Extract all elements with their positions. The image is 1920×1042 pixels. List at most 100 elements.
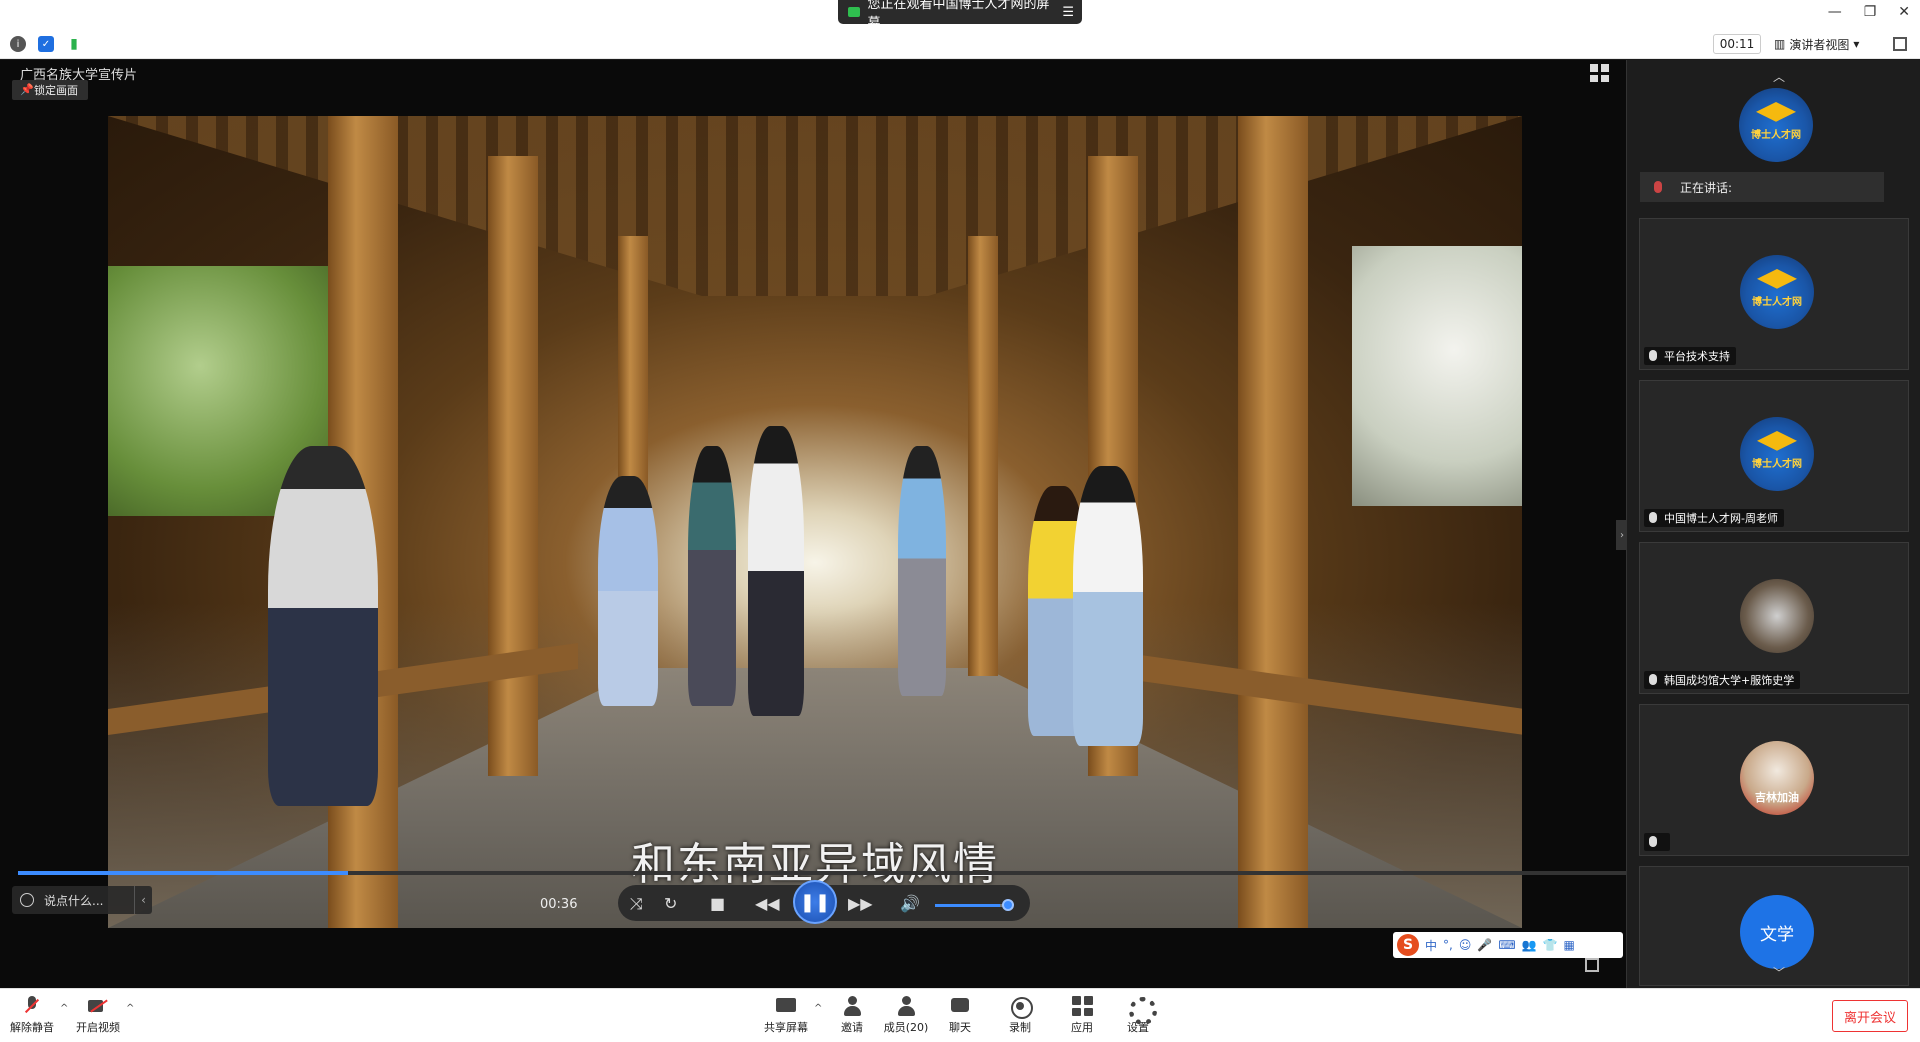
loop-icon[interactable]: ⤨ bbox=[630, 894, 643, 914]
settings-button[interactable]: 设置 bbox=[1108, 995, 1168, 1035]
scroll-down-icon[interactable]: ﹀ bbox=[1773, 964, 1785, 981]
camera-icon bbox=[848, 7, 860, 17]
chat-placeholder: 说点什么... bbox=[44, 893, 104, 908]
chat-icon bbox=[949, 995, 971, 1017]
emoji-icon[interactable] bbox=[20, 893, 34, 907]
apps-label: 应用 bbox=[1071, 1021, 1093, 1034]
video-scene-person bbox=[688, 446, 736, 706]
volume-knob[interactable] bbox=[1002, 899, 1014, 911]
participant-label: 韩国成均馆大学+服饰史学 bbox=[1644, 671, 1801, 689]
unmute-label: 解除静音 bbox=[10, 1021, 54, 1034]
mic-icon bbox=[1649, 512, 1657, 523]
fullscreen-icon[interactable] bbox=[1893, 37, 1907, 51]
emoji-icon[interactable]: ☺ bbox=[1459, 938, 1472, 952]
participant-tile[interactable]: 博士人才网 中国博士人才网-周老师 bbox=[1639, 380, 1909, 532]
mic-icon bbox=[1649, 350, 1657, 361]
start-video-button[interactable]: 开启视频 bbox=[68, 995, 128, 1035]
avatar: 吉林加油 bbox=[1740, 741, 1814, 815]
window-controls: — ❐ ✕ bbox=[1828, 4, 1910, 20]
ime-mode-label[interactable]: 中 bbox=[1425, 937, 1437, 954]
expand-icon[interactable] bbox=[1585, 958, 1599, 972]
keyboard-icon[interactable]: ⌨ bbox=[1498, 938, 1515, 952]
participant-label: 平台技术支持 bbox=[1644, 347, 1736, 365]
unmute-button[interactable]: 解除静音 bbox=[2, 995, 62, 1035]
fast-forward-icon[interactable]: ▶▶ bbox=[848, 894, 873, 913]
meeting-app: 您正在观看中国博士人才网的屏幕 ☰ — ❐ ✕ i ✓ ▮ 00:11 ▥ 演讲… bbox=[0, 0, 1920, 1042]
menu-icon[interactable]: ☰ bbox=[1062, 5, 1074, 20]
grid-layout-icon[interactable] bbox=[1590, 64, 1610, 82]
participant-name: 中国博士人才网-周老师 bbox=[1664, 512, 1778, 525]
apps-button[interactable]: 应用 bbox=[1052, 995, 1112, 1035]
signal-icon[interactable]: ▮ bbox=[66, 36, 82, 52]
current-time: 00:36 bbox=[540, 896, 578, 912]
invite-button[interactable]: 邀请 bbox=[822, 995, 882, 1035]
participant-tile[interactable]: 博士人才网 平台技术支持 bbox=[1639, 218, 1909, 370]
pause-button[interactable]: ❚❚ bbox=[793, 880, 837, 924]
close-icon[interactable]: ✕ bbox=[1898, 4, 1910, 20]
banner-text: 您正在观看中国博士人才网的屏幕 bbox=[867, 0, 1050, 31]
chat-button[interactable]: 聊天 bbox=[930, 995, 990, 1035]
video-scene-pillar bbox=[488, 156, 538, 776]
video-scene-person bbox=[748, 426, 804, 716]
mic-icon bbox=[1649, 674, 1657, 685]
collapse-icon[interactable]: ‹ bbox=[134, 886, 152, 914]
gear-icon bbox=[1127, 995, 1157, 1025]
shield-icon[interactable]: ✓ bbox=[38, 36, 54, 52]
participant-tile[interactable]: 吉林加油 bbox=[1639, 704, 1909, 856]
volume-icon[interactable]: 🔊 bbox=[900, 894, 920, 913]
avatar bbox=[1740, 579, 1814, 653]
layout-icon: ▥ bbox=[1774, 37, 1786, 51]
lock-view-button[interactable]: 📌 锁定画面 bbox=[12, 80, 88, 100]
video-scene-pillar bbox=[968, 236, 998, 676]
pin-icon: 📌 bbox=[20, 83, 34, 96]
members-icon bbox=[895, 995, 917, 1017]
meeting-toolbar: i ✓ ▮ 00:11 ▥ 演讲者视图 ▾ bbox=[0, 30, 1920, 59]
chat-label: 聊天 bbox=[949, 1021, 971, 1034]
camera-off-icon bbox=[87, 995, 109, 1017]
start-video-label: 开启视频 bbox=[76, 1021, 120, 1034]
participant-tile[interactable]: 韩国成均馆大学+服饰史学 bbox=[1639, 542, 1909, 694]
punctuation-icon[interactable]: °, bbox=[1443, 938, 1453, 952]
chevron-up-icon[interactable]: ^ bbox=[126, 1003, 134, 1014]
avatar-text: 文学 bbox=[1760, 924, 1794, 945]
video-scene-person bbox=[898, 446, 946, 696]
toolbar-icons: i ✓ ▮ bbox=[10, 36, 82, 52]
avatar: 博士人才网 bbox=[1740, 417, 1814, 491]
share-screen-label: 共享屏幕 bbox=[764, 1021, 808, 1034]
video-progress-bar[interactable] bbox=[18, 871, 1626, 875]
video-scene-person bbox=[268, 446, 378, 806]
share-screen-button[interactable]: 共享屏幕 bbox=[756, 995, 816, 1035]
lock-view-label: 锁定画面 bbox=[34, 84, 78, 97]
info-icon[interactable]: i bbox=[10, 36, 26, 52]
participant-label bbox=[1644, 833, 1670, 851]
voice-icon[interactable]: 🎤 bbox=[1477, 938, 1492, 952]
progress-fill bbox=[18, 871, 348, 875]
restore-icon[interactable]: ❐ bbox=[1864, 4, 1877, 20]
ime-toolbar[interactable]: S 中 °, ☺ 🎤 ⌨ 👥 👕 ▦ bbox=[1393, 932, 1623, 958]
record-button[interactable]: 录制 bbox=[990, 995, 1050, 1035]
skin-icon[interactable]: 👕 bbox=[1543, 938, 1558, 952]
logo-text: 博士人才网 bbox=[1752, 297, 1802, 308]
chat-input[interactable]: 说点什么... ‹ bbox=[12, 886, 152, 914]
participant-name: 韩国成均馆大学+服饰史学 bbox=[1664, 674, 1795, 687]
record-label: 录制 bbox=[1009, 1021, 1031, 1034]
avatar: 文学 bbox=[1740, 895, 1814, 969]
logo-text: 博士人才网 bbox=[1752, 459, 1802, 470]
chevron-down-icon: ▾ bbox=[1853, 37, 1860, 51]
stop-icon[interactable]: ■ bbox=[710, 894, 725, 913]
screen-share-banner[interactable]: 您正在观看中国博士人才网的屏幕 ☰ bbox=[838, 0, 1082, 31]
invite-label: 邀请 bbox=[841, 1021, 863, 1034]
grid-icon[interactable]: ▦ bbox=[1564, 938, 1575, 952]
scroll-up-icon[interactable]: ︿ bbox=[1773, 68, 1785, 85]
view-mode-dropdown[interactable]: ▥ 演讲者视图 ▾ bbox=[1774, 34, 1859, 54]
record-icon bbox=[1009, 995, 1033, 1019]
replay-icon[interactable]: ↻ bbox=[664, 894, 677, 913]
rewind-icon[interactable]: ◀◀ bbox=[755, 894, 780, 913]
members-button[interactable]: 成员(20) bbox=[876, 995, 936, 1035]
graduation-cap-icon bbox=[1757, 431, 1797, 451]
leave-meeting-button[interactable]: 离开会议 bbox=[1832, 1000, 1908, 1032]
volume-slider[interactable] bbox=[935, 904, 1007, 907]
minimize-icon[interactable]: — bbox=[1828, 4, 1842, 20]
user-icon[interactable]: 👥 bbox=[1522, 938, 1537, 952]
video-frame: 和东南亚异域风情 bbox=[108, 116, 1522, 928]
